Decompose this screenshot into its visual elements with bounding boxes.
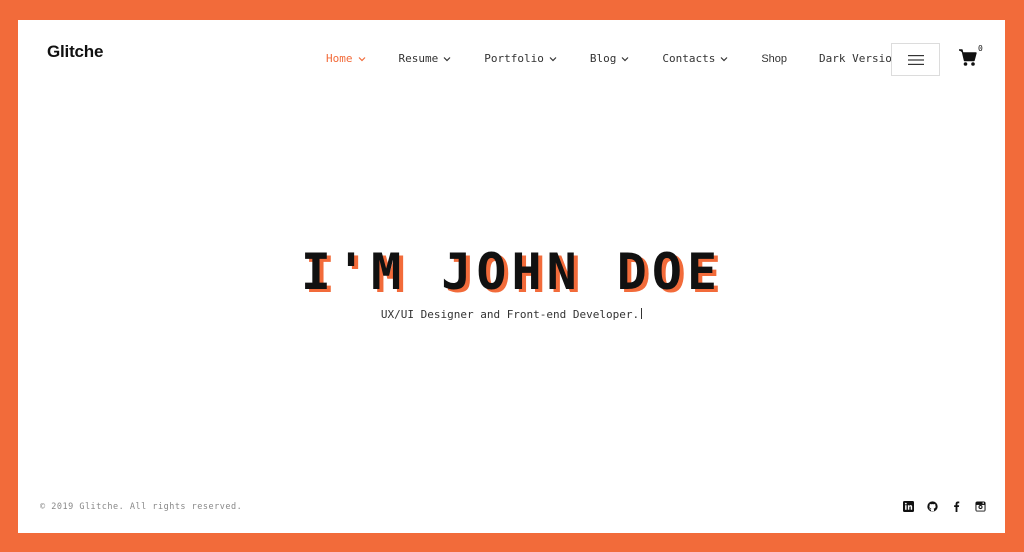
hero-title: I'M JOHN DOE I'M JOHN DOE — [300, 242, 723, 304]
hero-section: I'M JOHN DOE I'M JOHN DOE UX/UI Designer… — [18, 242, 1005, 321]
nav-item-label: Portfolio — [484, 52, 544, 65]
chevron-down-icon — [719, 54, 729, 64]
nav-item-blog[interactable]: Blog — [590, 52, 631, 65]
typing-cursor — [641, 308, 643, 319]
hero-subtitle-text: UX/UI Designer and Front-end Developer. — [380, 308, 640, 321]
hero-subtitle: UX/UI Designer and Front-end Developer. — [18, 308, 1005, 321]
hamburger-icon — [907, 50, 924, 69]
nav-item-portfolio[interactable]: Portfolio — [484, 52, 558, 65]
nav-item-label: Dark Version — [819, 52, 899, 65]
nav-item-shop[interactable]: Shop — [761, 53, 787, 65]
cart-button[interactable] — [958, 48, 980, 70]
cart-count-badge: 0 — [978, 44, 983, 53]
nav-item-label: Blog — [589, 52, 617, 65]
nav-item-label: Shop — [761, 52, 788, 65]
linkedin-icon[interactable] — [902, 500, 914, 512]
page-frame: Glitche Home Resume Portfolio Blog Conta… — [18, 20, 1005, 533]
menu-toggle-button[interactable] — [891, 43, 940, 76]
cart-icon — [958, 49, 978, 72]
nav-item-home[interactable]: Home — [326, 52, 367, 65]
site-logo[interactable]: Glitche — [47, 42, 103, 62]
chevron-down-icon — [442, 54, 452, 64]
nav-item-label: Home — [326, 52, 353, 65]
nav-item-label: Resume — [398, 52, 439, 65]
nav-item-label: Contacts — [662, 52, 716, 65]
chevron-down-icon — [357, 54, 367, 64]
github-icon[interactable] — [926, 500, 938, 512]
footer-copyright: © 2019 Glitche. All rights reserved. — [40, 502, 243, 512]
main-nav: Home Resume Portfolio Blog Contacts Shop… — [326, 52, 931, 65]
nav-item-contacts[interactable]: Contacts — [662, 52, 729, 65]
facebook-icon[interactable] — [950, 500, 962, 512]
social-links — [902, 500, 998, 512]
nav-item-dark-version[interactable]: Dark Version — [819, 52, 898, 65]
hero-title-text: I'M JOHN DOE — [300, 243, 723, 301]
chevron-down-icon — [620, 54, 630, 64]
chevron-down-icon — [548, 54, 558, 64]
instagram-icon[interactable] — [974, 500, 986, 512]
nav-item-resume[interactable]: Resume — [399, 52, 453, 65]
